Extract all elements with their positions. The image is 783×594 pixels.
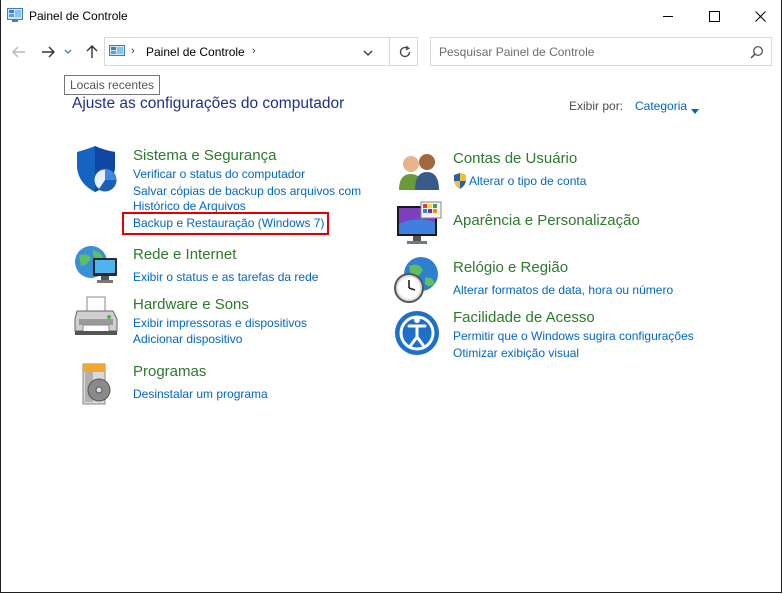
users-icon[interactable] — [395, 146, 443, 194]
link-windows-suggest-settings[interactable]: Permitir que o Windows sugira configuraç… — [453, 328, 694, 344]
link-optimize-visual-display[interactable]: Otimizar exibição visual — [453, 345, 579, 361]
breadcrumb-chevron-icon[interactable]: › — [252, 45, 256, 57]
network-globe-icon[interactable] — [73, 242, 121, 290]
link-check-computer-status[interactable]: Verificar o status do computador — [133, 166, 305, 182]
highlight-box — [122, 212, 329, 235]
category-title-clock-region[interactable]: Relógio e Região — [453, 259, 568, 276]
maximize-button[interactable] — [691, 0, 737, 32]
breadcrumb-item[interactable]: Painel de Controle — [146, 45, 245, 59]
search-input[interactable]: Pesquisar Painel de Controle — [430, 37, 772, 66]
link-uninstall-program[interactable]: Desinstalar um programa — [133, 386, 268, 402]
view-by-dropdown[interactable]: Categoria — [635, 99, 687, 113]
category-title-hardware-sound[interactable]: Hardware e Sons — [133, 296, 249, 313]
control-panel-icon — [7, 8, 23, 22]
category-title-ease-of-access[interactable]: Facilidade de Acesso — [453, 309, 595, 326]
address-bar[interactable]: › Painel de Controle › — [104, 37, 418, 66]
recent-locations-tooltip: Locais recentes — [64, 75, 161, 95]
category-title-network-internet[interactable]: Rede e Internet — [133, 246, 236, 263]
refresh-button[interactable] — [389, 38, 419, 65]
breadcrumb-chevron-icon[interactable]: › — [131, 45, 135, 57]
printer-icon[interactable] — [73, 295, 121, 343]
dropdown-arrow-icon[interactable] — [691, 102, 699, 114]
uac-shield-icon — [453, 173, 467, 189]
link-change-account-type[interactable]: Alterar o tipo de conta — [469, 173, 586, 189]
programs-disc-icon[interactable] — [75, 360, 123, 408]
monitor-palette-icon[interactable] — [395, 200, 443, 248]
search-icon[interactable] — [750, 45, 764, 59]
link-view-printers-devices[interactable]: Exibir impressoras e dispositivos — [133, 315, 307, 331]
shield-icon[interactable] — [73, 146, 121, 194]
up-arrow-icon[interactable] — [82, 42, 102, 62]
window-title: Painel de Controle — [29, 9, 128, 23]
minimize-button[interactable] — [645, 0, 691, 32]
category-title-system-security[interactable]: Sistema e Segurança — [133, 147, 276, 164]
accessibility-icon[interactable] — [395, 309, 443, 357]
link-save-backup-copies[interactable]: Salvar cópias de backup dos arquivos com — [133, 183, 361, 199]
page-title: Ajuste as configurações do computador — [72, 95, 345, 112]
link-add-device[interactable]: Adicionar dispositivo — [133, 331, 242, 347]
control-panel-window: Painel de Controle › Painel de Controle … — [0, 0, 782, 593]
category-title-programs[interactable]: Programas — [133, 363, 206, 380]
link-change-date-time-formats[interactable]: Alterar formatos de data, hora ou número — [453, 282, 673, 298]
forward-arrow-icon[interactable] — [38, 42, 58, 62]
back-arrow-icon[interactable] — [9, 42, 29, 62]
control-panel-icon — [109, 45, 125, 58]
address-dropdown-icon[interactable] — [361, 46, 375, 58]
clock-globe-icon[interactable] — [393, 256, 441, 304]
chevron-down-icon[interactable] — [62, 42, 74, 62]
category-title-user-accounts[interactable]: Contas de Usuário — [453, 150, 577, 167]
close-button[interactable] — [737, 0, 783, 32]
link-network-status[interactable]: Exibir o status e as tarefas da rede — [133, 269, 318, 285]
search-placeholder: Pesquisar Painel de Controle — [439, 45, 595, 59]
view-by-label: Exibir por: — [569, 99, 624, 113]
category-title-appearance-personalization[interactable]: Aparência e Personalização — [453, 212, 640, 229]
title-bar[interactable]: Painel de Controle — [1, 0, 781, 32]
